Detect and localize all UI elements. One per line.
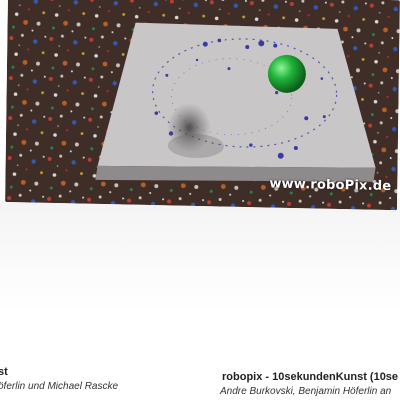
video-watermark: www.roboPix.de (269, 176, 392, 195)
caption-row: st öferlin und Michael Rascke robopix - … (0, 360, 400, 400)
caption-left-authors: öferlin und Michael Rascke (0, 381, 119, 392)
caption-left-title[interactable]: st (0, 366, 8, 378)
caption-right-title[interactable]: robopix - 10sekundenKunst (10se (222, 371, 398, 383)
caption-right-authors: Andre Burkovski, Benjamin Höferlin an (220, 386, 392, 397)
page: www.roboPix.de st öferlin und Michael Ra… (0, 0, 400, 400)
video-thumbnail[interactable]: www.roboPix.de (5, 0, 400, 211)
background-shade (0, 200, 400, 310)
